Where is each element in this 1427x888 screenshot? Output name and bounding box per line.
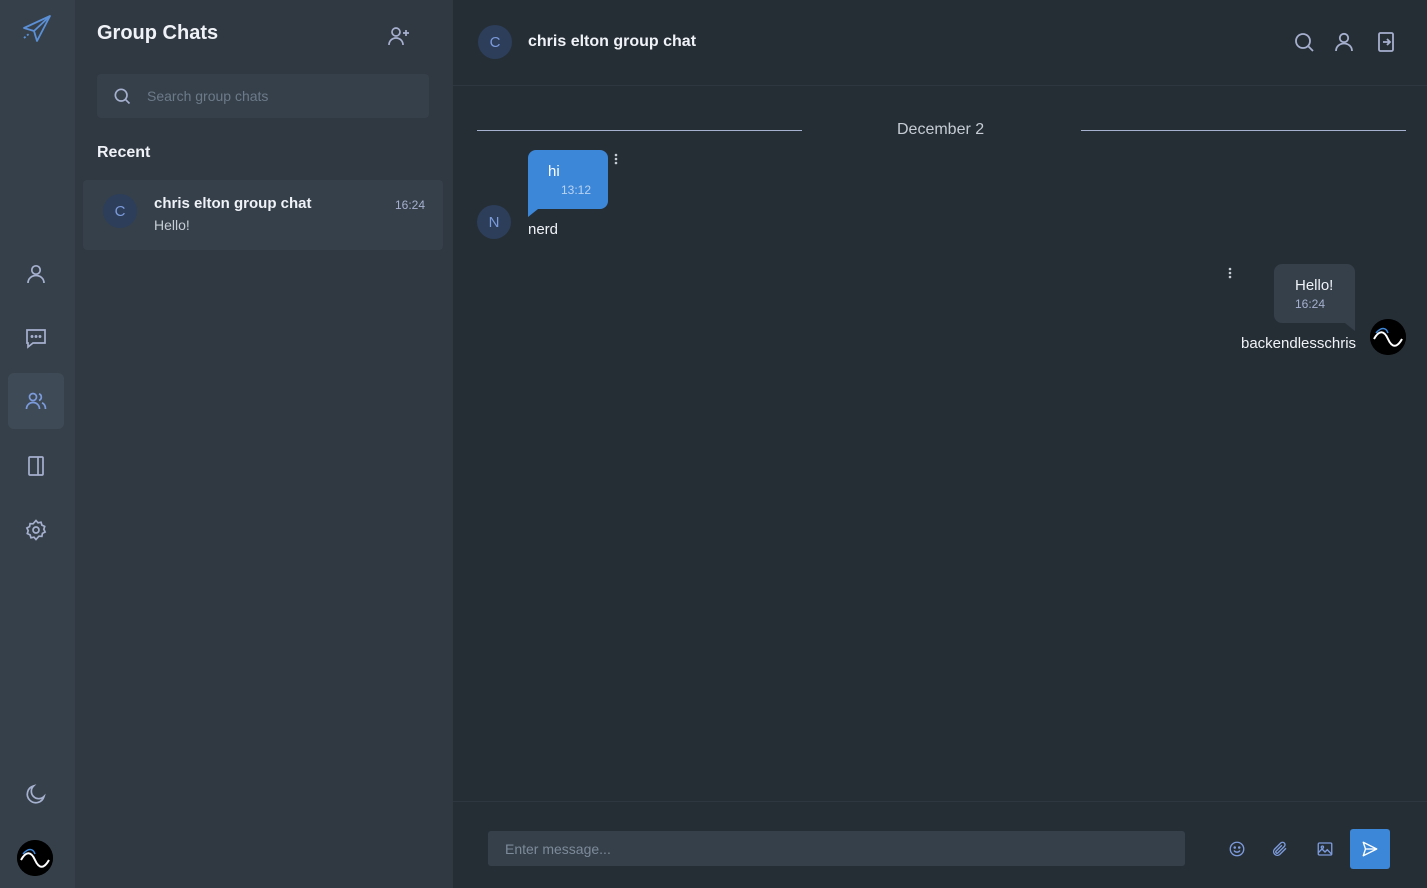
message-text: hi	[548, 163, 560, 180]
paperclip-icon	[1273, 841, 1287, 856]
chat-list-item[interactable]: C chris elton group chat Hello! 16:24	[83, 180, 443, 250]
message-options-button[interactable]	[613, 152, 619, 168]
panel-title: Group Chats	[97, 22, 219, 44]
nav-contacts[interactable]	[8, 438, 64, 494]
recent-heading: Recent	[97, 144, 151, 161]
nav-profile[interactable]	[8, 246, 64, 302]
more-vertical-icon	[1228, 267, 1232, 279]
attach-image-button[interactable]	[1316, 840, 1334, 858]
wave-logo-icon	[17, 840, 53, 876]
nav-settings[interactable]	[8, 502, 64, 558]
create-group-button[interactable]	[387, 24, 413, 50]
contacts-book-icon	[28, 456, 44, 476]
search-messages-button[interactable]	[1292, 30, 1316, 54]
nav-chats[interactable]	[8, 310, 64, 366]
chat-bubble-icon	[26, 329, 46, 349]
moon-icon	[26, 784, 46, 804]
message-time: 16:24	[1295, 297, 1326, 311]
search-input[interactable]	[147, 88, 407, 104]
chat-avatar: C	[103, 194, 137, 228]
user-icon	[27, 264, 45, 284]
chat-header: C chris elton group chat	[453, 0, 1427, 86]
group-users-icon	[25, 392, 47, 410]
icon-rail	[0, 0, 75, 888]
sender-avatar: N	[477, 205, 511, 239]
dark-mode-toggle[interactable]	[8, 766, 64, 822]
group-chats-panel: Group Chats Recent C chris elton group c…	[75, 0, 453, 888]
header-chat-name: chris elton group chat	[528, 33, 697, 50]
nav-groups[interactable]	[8, 373, 64, 429]
leave-group-button[interactable]	[1374, 30, 1398, 54]
settings-gear-icon	[25, 519, 47, 541]
message-text: Hello!	[1295, 277, 1334, 294]
incoming-message-bubble: hi 13:12	[528, 150, 608, 217]
chat-name: chris elton group chat	[154, 195, 312, 212]
outgoing-message-bubble: Hello! 16:24	[1274, 264, 1355, 331]
paper-plane-icon[interactable]	[20, 12, 54, 46]
chat-preview: Hello!	[154, 217, 190, 233]
more-vertical-icon	[614, 153, 618, 165]
wave-logo-icon	[1370, 319, 1406, 355]
message-options-button[interactable]	[1227, 266, 1233, 282]
smiley-icon	[1229, 841, 1245, 857]
date-divider-right	[1081, 130, 1406, 131]
date-divider-label: December 2	[897, 121, 985, 138]
chat-window: C chris elton group chat December 2 hi 1…	[453, 0, 1427, 888]
sender-name: backendlesschris	[1241, 335, 1357, 352]
search-icon	[1295, 33, 1314, 52]
chat-time: 16:24	[395, 198, 426, 212]
search-icon	[114, 88, 131, 105]
exit-icon	[1378, 32, 1394, 52]
sender-name: nerd	[528, 221, 559, 238]
message-composer	[453, 801, 1427, 888]
current-user-avatar[interactable]	[17, 840, 53, 876]
user-icon	[1335, 32, 1353, 52]
message-time: 13:12	[561, 183, 592, 197]
add-user-icon	[388, 27, 409, 46]
message-input[interactable]	[488, 831, 1185, 866]
sender-avatar	[1370, 319, 1406, 355]
date-divider-left	[477, 130, 802, 131]
send-icon	[1362, 841, 1378, 857]
attach-file-button[interactable]	[1271, 840, 1289, 858]
send-button[interactable]	[1350, 829, 1390, 869]
image-icon	[1317, 842, 1333, 856]
emoji-button[interactable]	[1228, 840, 1246, 858]
group-members-button[interactable]	[1332, 30, 1356, 54]
header-avatar: C	[478, 25, 512, 59]
search-box	[97, 74, 429, 118]
